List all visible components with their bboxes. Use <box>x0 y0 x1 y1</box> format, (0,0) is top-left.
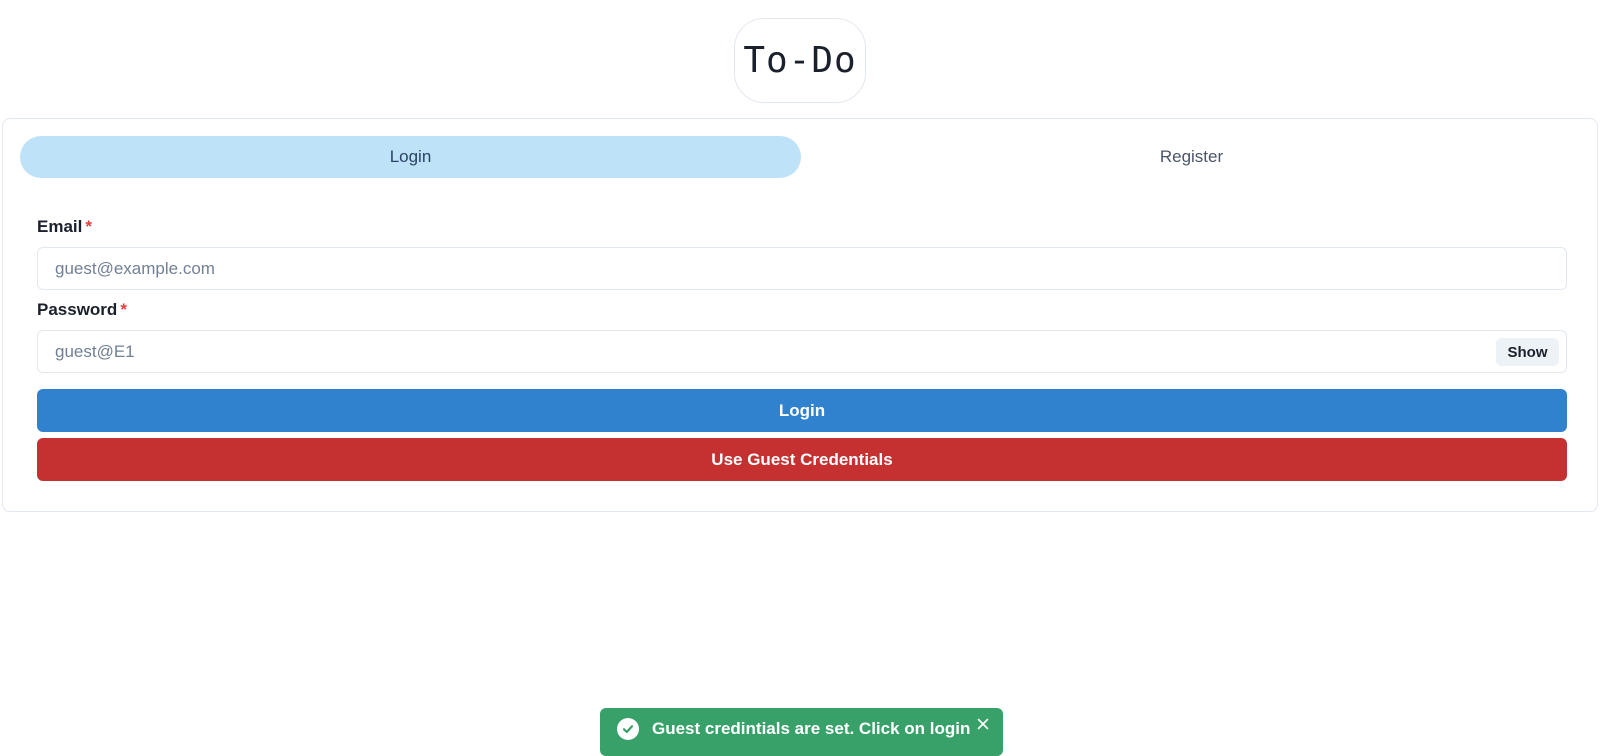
header: To-Do <box>0 0 1600 118</box>
show-password-button[interactable]: Show <box>1496 338 1559 366</box>
tab-login[interactable]: Login <box>20 136 801 178</box>
required-marker: * <box>120 300 127 319</box>
email-field-wrapper <box>37 247 1567 290</box>
password-label-text: Password <box>37 300 118 319</box>
auth-card: Login Register Email* Password* Show Log… <box>2 118 1598 512</box>
close-icon[interactable] <box>975 716 991 732</box>
email-label-text: Email <box>37 217 83 236</box>
email-label: Email * <box>37 215 1567 239</box>
check-circle-icon <box>617 718 639 740</box>
success-toast: Guest credintials are set. Click on logi… <box>600 708 1003 756</box>
email-field[interactable] <box>38 248 1566 289</box>
app-logo: To-Do <box>734 18 866 103</box>
auth-tabs: Login Register <box>20 136 1582 178</box>
password-field[interactable] <box>38 331 1566 372</box>
required-marker: * <box>85 217 92 236</box>
login-form: Email* Password* Show Login Use Guest Cr… <box>37 215 1567 481</box>
password-label: Password * <box>37 298 1567 322</box>
login-button[interactable]: Login <box>37 389 1567 432</box>
tab-register[interactable]: Register <box>801 136 1582 178</box>
toast-message: Guest credintials are set. Click on logi… <box>652 719 971 738</box>
password-field-wrapper: Show <box>37 330 1567 373</box>
guest-credentials-button[interactable]: Use Guest Credentials <box>37 438 1567 481</box>
